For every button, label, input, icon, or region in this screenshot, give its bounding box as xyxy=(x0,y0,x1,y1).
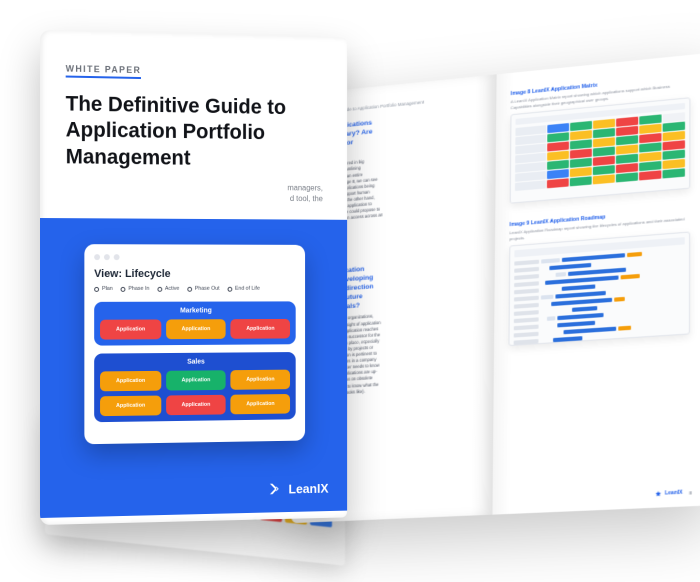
teaser-text: managers, d tool, the xyxy=(228,182,322,205)
active-dot-icon xyxy=(157,287,162,292)
leanix-logo-icon xyxy=(655,490,661,497)
panel-title: View: Lifecycle xyxy=(94,268,296,280)
cover-hero: View: Lifecycle Plan Phase In Active Pha… xyxy=(40,218,347,518)
leanix-logo-icon xyxy=(268,481,283,497)
app-tile: Application xyxy=(166,395,226,415)
page-number: 8 xyxy=(689,490,692,495)
app-tile: Application xyxy=(100,396,161,417)
application-matrix-screenshot xyxy=(510,97,691,204)
spread-right-page: Image 8 LeanIX Application Matrix A Lean… xyxy=(492,53,700,514)
eyebrow-label: WHITE PAPER xyxy=(66,64,142,79)
phaseout-dot-icon xyxy=(187,286,192,291)
app-tile: Application xyxy=(231,394,290,414)
app-tile: Application xyxy=(166,370,226,390)
lifecycle-legend: Plan Phase In Active Phase Out End of Li… xyxy=(94,286,296,292)
plan-dot-icon xyxy=(94,287,99,292)
app-tile: Application xyxy=(100,320,161,340)
group-sales: Sales Application Application Applicatio… xyxy=(94,352,296,422)
footer-brand: LeanIX 8 xyxy=(655,489,692,497)
app-tile: Application xyxy=(100,371,161,391)
brand-logo: LeanIX xyxy=(268,480,329,497)
app-tile: Application xyxy=(231,319,290,339)
phasein-dot-icon xyxy=(121,287,126,292)
group-marketing: Marketing Application Application Applic… xyxy=(94,301,296,345)
app-tile: Application xyxy=(231,370,290,390)
app-tile: Application xyxy=(166,319,226,339)
cover-title: The Definitive Guide to Application Port… xyxy=(66,91,306,172)
eol-dot-icon xyxy=(227,286,232,291)
open-spread: The Definitive Guide to Application Port… xyxy=(291,53,700,523)
application-roadmap-screenshot xyxy=(508,232,690,347)
lifecycle-panel: View: Lifecycle Plan Phase In Active Pha… xyxy=(84,244,305,444)
whitepaper-cover: WHITE PAPER The Definitive Guide to Appl… xyxy=(40,30,347,525)
window-dots xyxy=(94,254,296,260)
